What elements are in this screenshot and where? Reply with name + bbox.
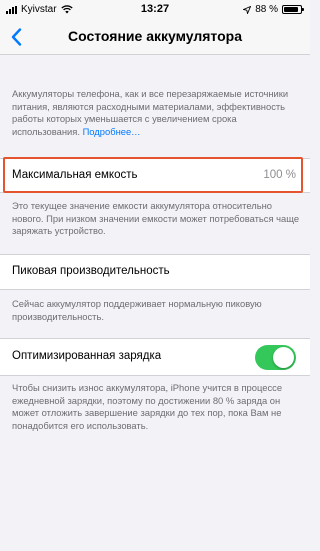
navigation-bar: Состояние аккумулятора bbox=[0, 20, 310, 55]
learn-more-link[interactable]: Подробнее… bbox=[83, 126, 141, 137]
intro-caption: Аккумуляторы телефона, как и все перезар… bbox=[12, 88, 300, 138]
toggle-knob bbox=[273, 347, 294, 368]
peak-performance-caption: Сейчас аккумулятор поддерживает нормальн… bbox=[12, 298, 262, 322]
chevron-left-icon bbox=[11, 28, 21, 46]
highlight-frame bbox=[3, 157, 303, 193]
location-arrow-icon bbox=[243, 5, 252, 14]
battery-icon bbox=[282, 5, 304, 14]
optimized-charging-toggle[interactable] bbox=[255, 345, 296, 370]
intro-text: Аккумуляторы телефона, как и все перезар… bbox=[12, 88, 289, 137]
max-capacity-caption: Это текущее значение емкости аккумулятор… bbox=[12, 200, 300, 237]
page-title: Состояние аккумулятора bbox=[67, 28, 242, 44]
optimized-charging-caption: Чтобы снизить износ аккумулятора, iPhone… bbox=[12, 382, 283, 431]
status-right: 88 % bbox=[243, 4, 304, 15]
optimized-charging-row: Оптимизированная зарядка bbox=[0, 338, 310, 376]
battery-percent: 88 % bbox=[255, 4, 278, 15]
status-bar: Kyivstar 13:27 88 % bbox=[0, 0, 310, 20]
battery-level-fill bbox=[284, 7, 298, 12]
optimized-charging-label: Оптимизированная зарядка bbox=[12, 350, 162, 362]
peak-performance-row: Пиковая производительность bbox=[0, 254, 310, 290]
back-button[interactable] bbox=[6, 26, 26, 48]
peak-performance-label: Пиковая производительность bbox=[12, 265, 170, 277]
